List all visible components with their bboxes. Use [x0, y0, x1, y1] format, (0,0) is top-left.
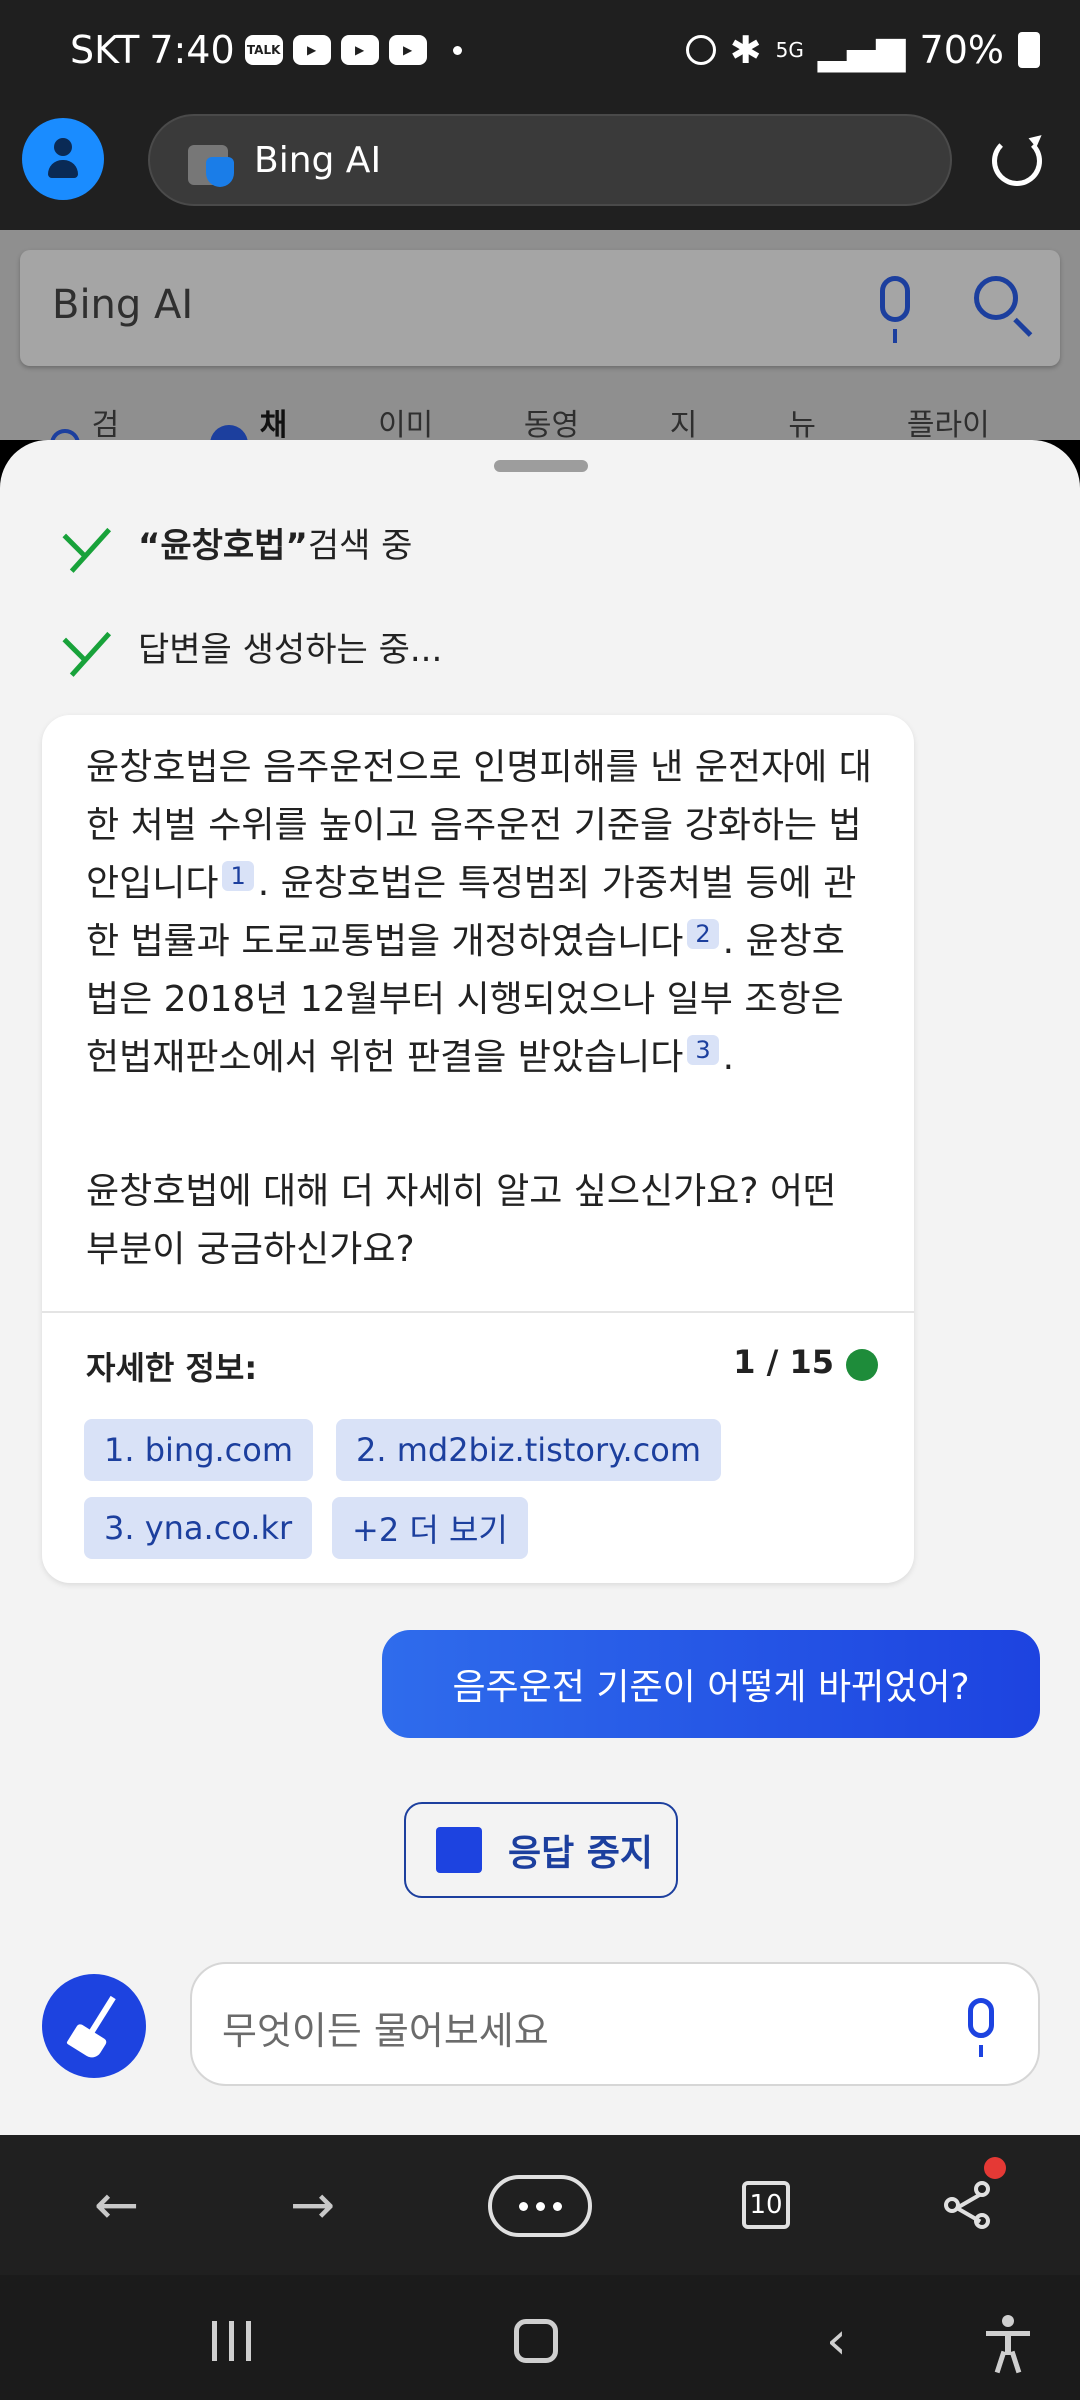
browser-toolbar: Bing AI: [0, 110, 1080, 230]
signal-icon: ▂▄▆: [817, 28, 906, 72]
share-icon[interactable]: [944, 2181, 994, 2231]
source-chip-2[interactable]: 2. md2biz.tistory.com: [336, 1419, 721, 1481]
user-message-bubble: 음주운전 기준이 어떻게 바뀌었어?: [382, 1630, 1040, 1738]
stop-icon: [436, 1827, 482, 1873]
clock: 7:40: [149, 28, 235, 72]
citation-1[interactable]: 1: [222, 861, 254, 891]
youtube-icon: ▶: [388, 35, 427, 65]
status-step-search: “윤창호법” 검색 중: [50, 518, 412, 567]
generating-status: 답변을 생성하는 중...: [138, 630, 443, 670]
response-count: 1 / 15: [733, 1343, 834, 1381]
source-chip-3[interactable]: 3. yna.co.kr: [84, 1497, 313, 1559]
source-chip-1[interactable]: 1. bing.com: [84, 1419, 314, 1481]
site-security-icon[interactable]: [188, 135, 234, 187]
system-nav-bar: ‹: [0, 2275, 1080, 2400]
talk-icon: TALK: [244, 35, 283, 65]
status-dot-icon: [846, 1349, 878, 1381]
url-text: Bing AI: [254, 139, 382, 181]
stop-label: 응답 중지: [508, 1833, 654, 1874]
back-arrow-icon[interactable]: ←: [94, 2178, 139, 2232]
tabs-button[interactable]: 10: [742, 2181, 790, 2229]
answer-text: 윤창호법은 음주운전으로 인명피해를 낸 운전자에 대한 처벌 수위를 높이고 …: [86, 747, 872, 1078]
chat-input-placeholder: 무엇이든 물어보세요: [222, 2009, 549, 2053]
more-info-label: 자세한 정보:: [86, 1349, 258, 1387]
network-type: 5G: [775, 38, 804, 62]
alarm-icon: [685, 35, 716, 65]
voice-search-icon[interactable]: [880, 276, 910, 343]
forward-arrow-icon[interactable]: →: [290, 2178, 335, 2232]
battery-percent: 70%: [919, 28, 1004, 72]
follow-up-text: 윤창호법에 대해 더 자세히 알고 싶으신가요? 어떤 부분이 궁금하신가요?: [86, 1171, 837, 1270]
browser-bottom-bar: ← → 10: [0, 2135, 1080, 2275]
url-bar[interactable]: Bing AI: [148, 114, 952, 206]
profile-avatar-icon[interactable]: [22, 118, 104, 200]
new-topic-broom-icon[interactable]: [42, 1974, 146, 2078]
accessibility-icon[interactable]: [986, 2315, 1030, 2374]
chat-sheet: “윤창호법” 검색 중 답변을 생성하는 중... 윤창호법은 음주운전으로 인…: [0, 440, 1080, 2135]
recent-apps-icon[interactable]: [212, 2321, 251, 2361]
search-status: 검색 중: [307, 526, 413, 566]
background-page: Bing AI 검색 채팅 이미지 동영상 지도 뉴스 플라이트: [0, 230, 1080, 487]
system-back-icon[interactable]: ‹: [826, 2315, 847, 2367]
chat-input[interactable]: 무엇이든 물어보세요: [190, 1962, 1040, 2086]
sheet-drag-handle[interactable]: [494, 460, 588, 472]
more-sources-chip[interactable]: +2 더 보기: [332, 1497, 528, 1559]
more-menu-icon[interactable]: [488, 2175, 592, 2237]
more-notifications-icon: [452, 45, 462, 55]
search-icon[interactable]: [974, 276, 1018, 320]
check-icon: [50, 627, 108, 667]
citation-3[interactable]: 3: [687, 1035, 719, 1065]
divider: [42, 1311, 914, 1313]
status-left: SKT 7:40 TALK ▶ ▶ ▶: [70, 28, 462, 72]
reload-icon[interactable]: [992, 136, 1042, 186]
youtube-icon: ▶: [340, 35, 379, 65]
citation-2[interactable]: 2: [687, 919, 719, 949]
search-query: Bing AI: [52, 282, 194, 328]
check-icon: [50, 523, 108, 563]
battery-icon: [1018, 32, 1040, 68]
search-term: “윤창호법”: [138, 526, 308, 566]
stop-response-button[interactable]: 응답 중지: [404, 1802, 678, 1898]
carrier: SKT: [70, 28, 140, 72]
bluetooth-icon: ✱: [729, 28, 762, 72]
status-bar: SKT 7:40 TALK ▶ ▶ ▶ ✱ 5G ▂▄▆ 70%: [0, 0, 1080, 110]
notification-badge: [984, 2157, 1006, 2179]
status-step-generate: 답변을 생성하는 중...: [50, 622, 442, 671]
youtube-icon: ▶: [292, 35, 331, 65]
microphone-icon[interactable]: [968, 1998, 994, 2057]
answer-card: 윤창호법은 음주운전으로 인명피해를 낸 운전자에 대한 처벌 수위를 높이고 …: [42, 715, 914, 1583]
bing-search-box[interactable]: Bing AI: [20, 250, 1060, 366]
status-right: ✱ 5G ▂▄▆ 70%: [685, 28, 1040, 72]
home-icon[interactable]: [514, 2319, 558, 2363]
